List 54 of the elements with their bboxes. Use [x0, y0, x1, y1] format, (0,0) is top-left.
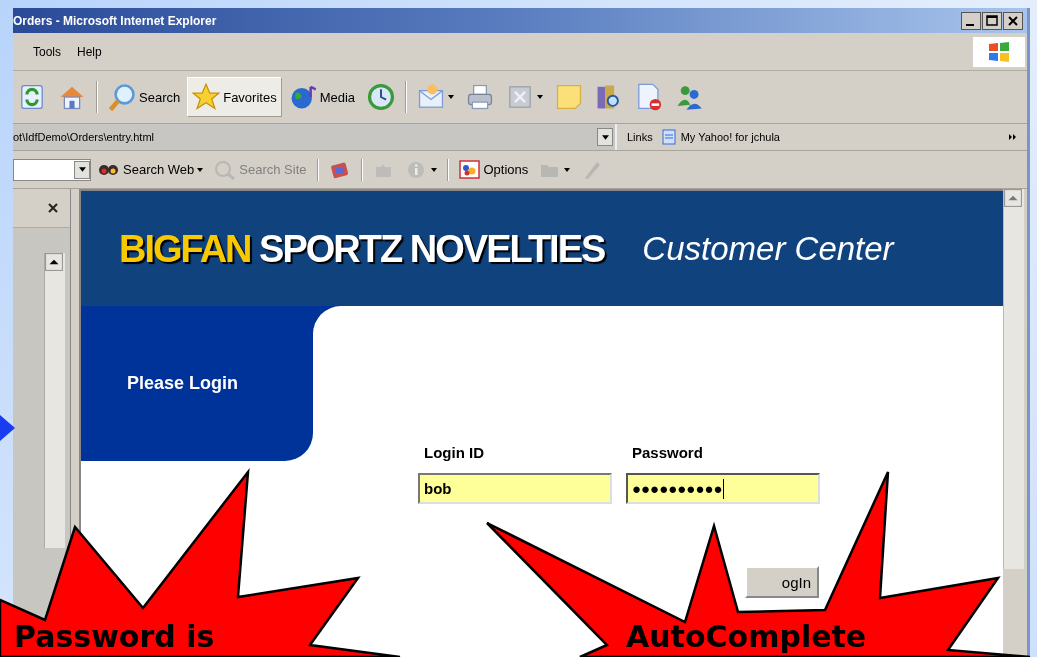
toolbar-button[interactable]: Search Web	[94, 160, 208, 179]
caret-icon	[601, 134, 609, 140]
menu-item[interactable]: Tools	[27, 42, 67, 61]
caret-icon	[537, 95, 544, 99]
window-title: Orders - Microsoft Internet Explorer	[13, 13, 217, 28]
caret-icon	[448, 95, 455, 99]
blocked-page-icon	[635, 83, 664, 111]
search-field[interactable]	[13, 158, 91, 181]
people-icon	[675, 83, 704, 111]
scrollbar[interactable]	[1003, 189, 1024, 569]
brand-logo: BIGFAN SPORTZ NOVELTIES	[119, 226, 605, 272]
caret-icon	[430, 167, 437, 172]
section-title: Please Login	[127, 373, 239, 394]
toolbar-button[interactable]: Options	[454, 156, 533, 183]
windows-logo-icon	[973, 36, 1025, 67]
chevron-icon[interactable]	[1009, 134, 1017, 140]
caret-icon	[564, 167, 571, 172]
link[interactable]: My Yahoo! for jchula	[660, 129, 780, 145]
links-label: Links	[627, 131, 653, 143]
dropdown-button[interactable]	[597, 128, 613, 146]
close-icon[interactable]	[1003, 11, 1023, 30]
close-icon[interactable]	[48, 203, 58, 213]
address-field[interactable]: ot\IdfDemo\Orders\entry.html	[13, 124, 615, 150]
printer-icon	[466, 83, 495, 111]
maximize-icon[interactable]	[982, 11, 1002, 30]
caret-icon	[78, 167, 86, 172]
toolbar-button[interactable]: Media	[283, 77, 361, 117]
page-icon	[660, 129, 677, 145]
input-field[interactable]: ●●●●●●●●●●	[626, 473, 820, 504]
callout-text: AutoComplete	[626, 619, 867, 655]
scroll-up-icon[interactable]	[45, 253, 63, 271]
field-label: Login ID	[423, 444, 485, 461]
mail-icon	[417, 83, 446, 111]
login-button[interactable]: ogIn	[745, 566, 819, 598]
history-icon	[367, 83, 396, 111]
caret-icon	[197, 167, 204, 172]
search-icon	[108, 83, 136, 111]
arrow-tip	[0, 415, 15, 441]
note-icon	[555, 83, 584, 111]
toolbar-button[interactable]: Favorites	[187, 77, 282, 117]
banner-subtitle: Customer Center	[642, 229, 894, 268]
dropdown-button[interactable]	[74, 160, 90, 179]
callout-text: Password is	[14, 619, 215, 655]
input-field[interactable]: bob	[418, 473, 612, 504]
menu-item[interactable]: Help	[71, 42, 108, 61]
options-icon	[458, 158, 481, 181]
scrollbar[interactable]	[44, 253, 65, 548]
refresh-icon	[18, 83, 46, 111]
minimize-icon[interactable]	[961, 11, 981, 30]
star-icon	[192, 83, 221, 111]
field-label: Password	[631, 444, 704, 461]
binoculars-icon	[98, 163, 120, 176]
toolbar-button[interactable]: Search	[103, 77, 186, 117]
search-site-icon	[214, 158, 237, 181]
